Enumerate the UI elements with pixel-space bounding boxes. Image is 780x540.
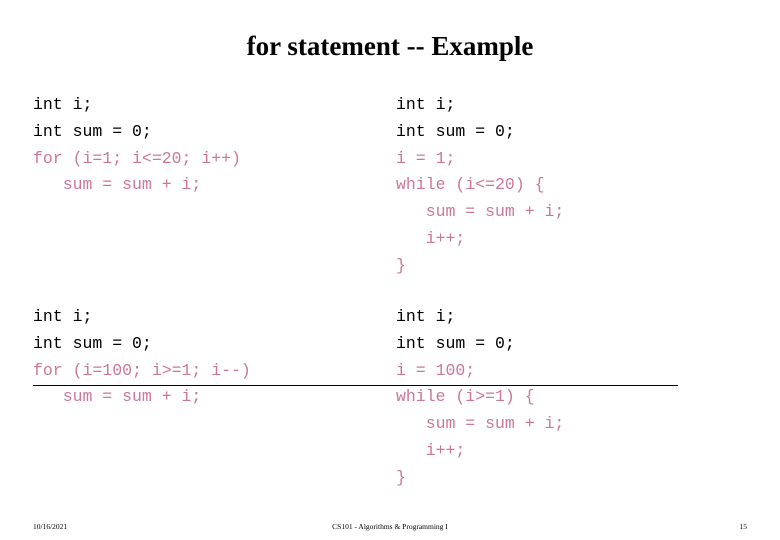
slide: for statement -- Example int i; int sum =…: [0, 0, 780, 540]
code-line: sum = sum + i;: [396, 202, 565, 222]
footer-page-number: 15: [739, 522, 748, 531]
code-line: sum = sum + i;: [33, 175, 202, 195]
code-line: i = 100;: [396, 360, 476, 380]
code-block-for-loop-2: int i; int sum = 0; for (i=100; i>=1; i--)…: [33, 304, 383, 411]
code-line: i = 1;: [396, 148, 456, 168]
code-line: for (i=100; i>=1; i--): [33, 360, 251, 380]
code-line: i++;: [396, 228, 466, 248]
code-line: int i;: [396, 307, 456, 326]
code-block-for-loop-1: int i; int sum = 0; for (i=1; i<=20; i++) …: [33, 92, 383, 199]
code-line: int sum = 0;: [33, 333, 152, 353]
code-line: int i;: [396, 95, 456, 114]
code-line: while (i>=1) {: [396, 387, 535, 407]
code-line: int i;: [33, 307, 93, 326]
code-line: i++;: [396, 440, 466, 460]
code-line: int i;: [33, 95, 93, 114]
page-title: for statement -- Example: [246, 31, 534, 61]
code-example-1: int i; int sum = 0; for (i=1; i<=20; i++) …: [0, 92, 780, 292]
code-line: int sum = 0;: [396, 333, 515, 353]
code-line: while (i<=20) {: [396, 175, 545, 195]
code-example-2: int i; int sum = 0; for (i=100; i>=1; i--)…: [0, 304, 780, 504]
code-line: sum = sum + i;: [396, 414, 565, 434]
code-block-while-loop-2: int i; int sum = 0; i = 100; while (i>=1) {…: [396, 304, 756, 492]
code-line: int sum = 0;: [33, 121, 152, 141]
code-line: for (i=1; i<=20; i++): [33, 148, 241, 168]
code-line: int sum = 0;: [396, 121, 515, 141]
code-line: }: [396, 467, 406, 487]
slide-footer: 10/16/2021 CS101 - Algorithms & Programm…: [0, 510, 780, 540]
code-line: sum = sum + i;: [33, 387, 202, 407]
code-block-while-loop-1: int i; int sum = 0; i = 1; while (i<=20) { …: [396, 92, 756, 280]
code-line: }: [396, 255, 406, 275]
